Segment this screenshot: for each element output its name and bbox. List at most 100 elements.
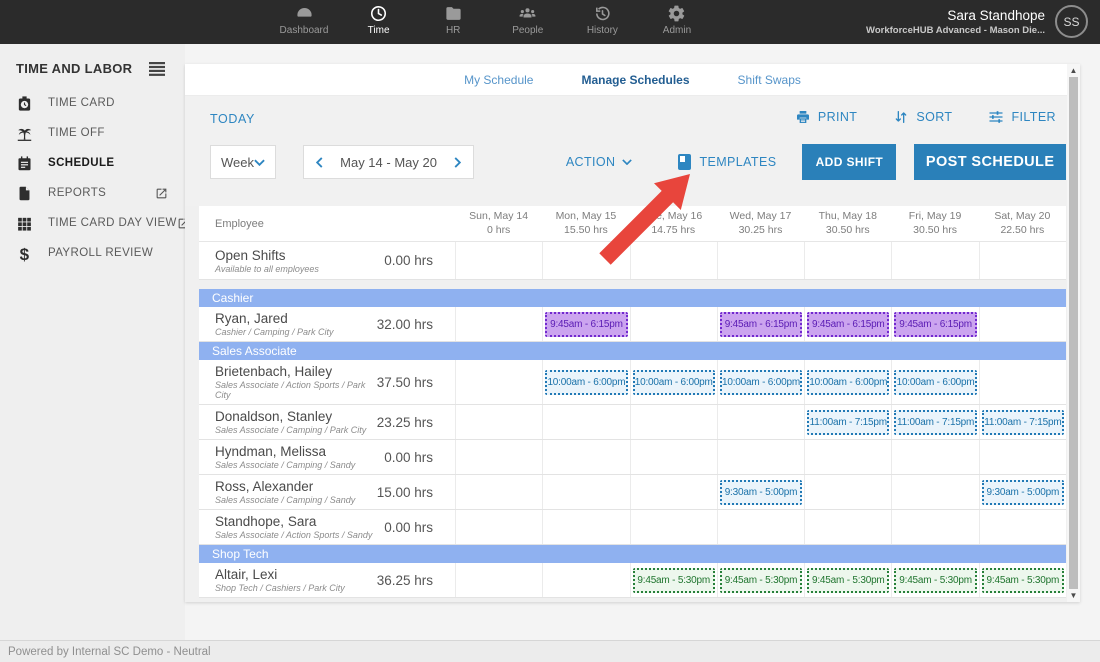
sidebar-item-payroll-review[interactable]: $ PAYROLL REVIEW: [0, 238, 185, 268]
shift-cell[interactable]: [891, 510, 978, 544]
scrollbar-thumb[interactable]: [1069, 77, 1078, 589]
post-schedule-button[interactable]: POST SCHEDULE: [914, 144, 1066, 180]
shift-chip[interactable]: 9:45am - 5:30pm: [633, 568, 715, 593]
shift-chip[interactable]: 9:30am - 5:00pm: [720, 480, 802, 505]
vertical-scrollbar[interactable]: ▲ ▼: [1067, 64, 1080, 602]
avatar[interactable]: SS: [1055, 5, 1088, 38]
sort-button[interactable]: SORT: [893, 109, 952, 125]
shift-cell[interactable]: [455, 510, 542, 544]
shift-cell[interactable]: [979, 307, 1066, 341]
print-button[interactable]: PRINT: [795, 109, 858, 125]
shift-cell[interactable]: [455, 307, 542, 341]
shift-chip[interactable]: 10:00am - 6:00pm: [545, 370, 627, 395]
shift-cell[interactable]: [455, 405, 542, 439]
shift-chip[interactable]: 9:45am - 5:30pm: [894, 568, 976, 593]
shift-cell[interactable]: [979, 242, 1066, 279]
shift-cell[interactable]: 9:45am - 5:30pm: [979, 563, 1066, 597]
shift-cell[interactable]: [804, 440, 891, 474]
shift-chip[interactable]: 10:00am - 6:00pm: [720, 370, 802, 395]
shift-cell[interactable]: [542, 510, 629, 544]
shift-cell[interactable]: 9:30am - 5:00pm: [717, 475, 804, 509]
templates-button[interactable]: TEMPLATES: [678, 154, 776, 170]
shift-cell[interactable]: [891, 440, 978, 474]
shift-cell[interactable]: 9:45am - 5:30pm: [717, 563, 804, 597]
shift-chip[interactable]: 10:00am - 6:00pm: [633, 370, 715, 395]
shift-chip[interactable]: 11:00am - 7:15pm: [807, 410, 889, 435]
shift-cell[interactable]: [455, 475, 542, 509]
shift-cell[interactable]: [455, 242, 542, 279]
shift-cell[interactable]: [891, 475, 978, 509]
day-header-mon[interactable]: Mon, May 1515.50 hrs: [542, 206, 629, 241]
nav-item-time[interactable]: Time: [343, 4, 415, 36]
shift-cell[interactable]: 9:45am - 6:15pm: [542, 307, 629, 341]
day-header-tue[interactable]: Tue, May 1614.75 hrs: [630, 206, 717, 241]
shift-chip[interactable]: 9:45am - 6:15pm: [545, 312, 627, 337]
shift-chip[interactable]: 11:00am - 7:15pm: [894, 410, 976, 435]
menu-icon[interactable]: [149, 62, 165, 76]
shift-cell[interactable]: [717, 242, 804, 279]
shift-cell[interactable]: 11:00am - 7:15pm: [891, 405, 978, 439]
view-select[interactable]: Week: [210, 145, 276, 179]
shift-cell[interactable]: [542, 475, 629, 509]
sidebar-item-time-off[interactable]: TIME OFF: [0, 118, 185, 148]
user-menu[interactable]: Sara Standhope WorkforceHUB Advanced - M…: [866, 5, 1088, 38]
shift-cell[interactable]: [630, 307, 717, 341]
shift-chip[interactable]: 10:00am - 6:00pm: [807, 370, 889, 395]
shift-cell[interactable]: 11:00am - 7:15pm: [804, 405, 891, 439]
shift-cell[interactable]: [804, 475, 891, 509]
shift-cell[interactable]: [455, 360, 542, 404]
shift-cell[interactable]: [455, 563, 542, 597]
shift-cell[interactable]: [542, 440, 629, 474]
shift-cell[interactable]: [717, 405, 804, 439]
nav-item-admin[interactable]: Admin: [641, 4, 713, 36]
shift-cell[interactable]: [891, 242, 978, 279]
shift-chip[interactable]: 10:00am - 6:00pm: [894, 370, 976, 395]
shift-cell[interactable]: [979, 510, 1066, 544]
shift-cell[interactable]: 10:00am - 6:00pm: [630, 360, 717, 404]
shift-cell[interactable]: 11:00am - 7:15pm: [979, 405, 1066, 439]
shift-cell[interactable]: 9:45am - 5:30pm: [891, 563, 978, 597]
nav-item-hr[interactable]: HR: [417, 4, 489, 36]
tab-my-schedule[interactable]: My Schedule: [464, 73, 533, 87]
nav-item-history[interactable]: History: [566, 4, 638, 36]
shift-chip[interactable]: 9:45am - 6:15pm: [720, 312, 802, 337]
shift-chip[interactable]: 9:45am - 6:15pm: [894, 312, 976, 337]
shift-cell[interactable]: 9:30am - 5:00pm: [979, 475, 1066, 509]
tab-shift-swaps[interactable]: Shift Swaps: [738, 73, 801, 87]
shift-chip[interactable]: 9:45am - 5:30pm: [807, 568, 889, 593]
shift-cell[interactable]: 9:45am - 5:30pm: [630, 563, 717, 597]
day-header-fri[interactable]: Fri, May 1930.50 hrs: [891, 206, 978, 241]
shift-cell[interactable]: 10:00am - 6:00pm: [542, 360, 629, 404]
shift-cell[interactable]: [717, 510, 804, 544]
shift-cell[interactable]: [979, 440, 1066, 474]
shift-cell[interactable]: [455, 440, 542, 474]
shift-cell[interactable]: 9:45am - 6:15pm: [891, 307, 978, 341]
shift-cell[interactable]: [630, 440, 717, 474]
shift-cell[interactable]: 10:00am - 6:00pm: [891, 360, 978, 404]
shift-cell[interactable]: [542, 405, 629, 439]
scroll-down-arrow[interactable]: ▼: [1067, 589, 1080, 602]
shift-chip[interactable]: 9:45am - 6:15pm: [807, 312, 889, 337]
sidebar-item-schedule[interactable]: SCHEDULE: [0, 148, 185, 178]
shift-cell[interactable]: 9:45am - 5:30pm: [804, 563, 891, 597]
tab-manage-schedules[interactable]: Manage Schedules: [581, 73, 689, 87]
next-week-button[interactable]: [454, 157, 461, 168]
shift-cell[interactable]: [630, 242, 717, 279]
today-button[interactable]: TODAY: [210, 112, 255, 126]
shift-cell[interactable]: 9:45am - 6:15pm: [804, 307, 891, 341]
sidebar-item-reports[interactable]: REPORTS: [0, 178, 185, 208]
nav-item-people[interactable]: People: [492, 4, 564, 36]
day-header-sat[interactable]: Sat, May 2022.50 hrs: [979, 206, 1066, 241]
prev-week-button[interactable]: [316, 157, 323, 168]
shift-cell[interactable]: [542, 242, 629, 279]
shift-chip[interactable]: 9:30am - 5:00pm: [982, 480, 1064, 505]
shift-cell[interactable]: [630, 475, 717, 509]
scroll-up-arrow[interactable]: ▲: [1067, 64, 1080, 77]
sidebar-item-time-card[interactable]: TIME CARD: [0, 88, 185, 118]
shift-cell[interactable]: [542, 563, 629, 597]
shift-cell[interactable]: [717, 440, 804, 474]
shift-chip[interactable]: 11:00am - 7:15pm: [982, 410, 1064, 435]
shift-chip[interactable]: 9:45am - 5:30pm: [720, 568, 802, 593]
shift-cell[interactable]: [804, 510, 891, 544]
action-menu[interactable]: ACTION: [566, 155, 633, 169]
